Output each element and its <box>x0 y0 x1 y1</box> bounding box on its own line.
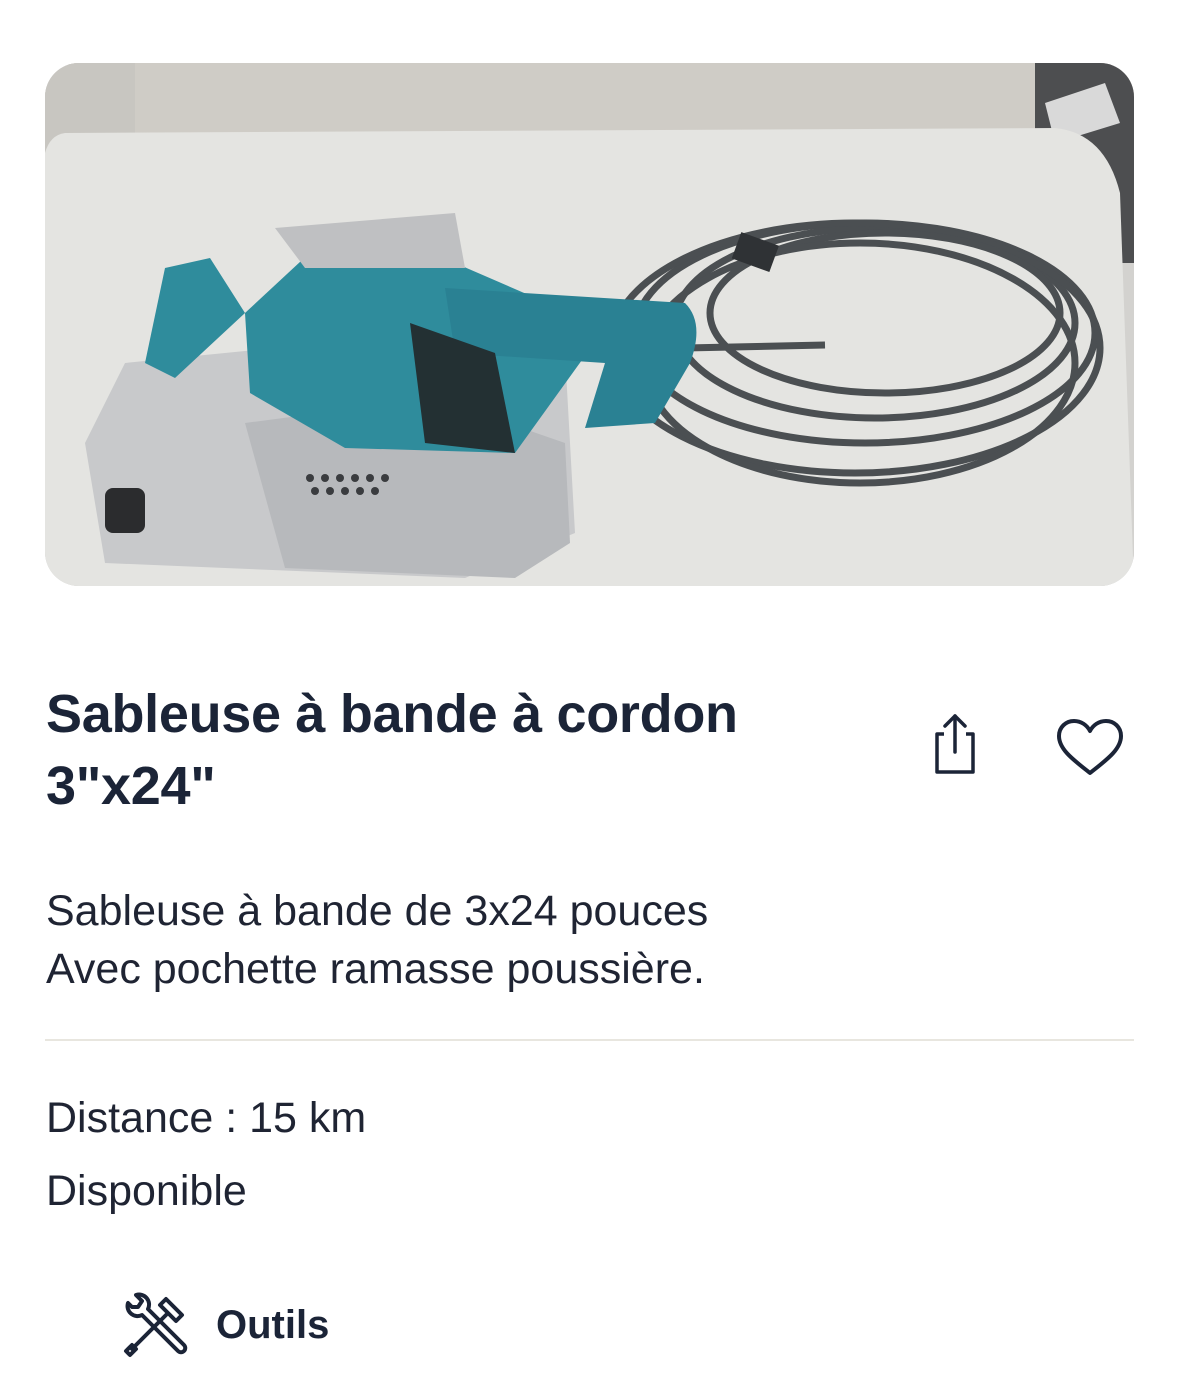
share-icon <box>935 714 975 774</box>
belt-sander-image <box>45 63 1134 586</box>
listing-title: Sableuse à bande à cordon 3"x24" <box>46 678 866 822</box>
availability-status: Disponible <box>46 1167 247 1215</box>
description-line1: Sableuse à bande de 3x24 pouces <box>46 887 709 935</box>
tools-icon <box>124 1292 188 1357</box>
category-label: Outils <box>216 1302 330 1347</box>
heart-icon <box>1057 719 1123 775</box>
listing-title-line1: Sableuse à bande à cordon <box>46 684 738 744</box>
product-photo[interactable] <box>45 63 1134 586</box>
share-button[interactable] <box>920 708 988 780</box>
favorite-button[interactable] <box>1050 712 1130 784</box>
category-chip[interactable]: Outils <box>120 1290 329 1360</box>
listing-description: Sableuse à bande de 3x24 pouces Avec poc… <box>46 882 1046 998</box>
divider <box>45 1039 1134 1041</box>
listing-title-line2: 3"x24" <box>46 756 216 816</box>
distance-text: Distance : 15 km <box>46 1094 367 1142</box>
description-line2: Avec pochette ramasse poussière. <box>46 945 705 993</box>
